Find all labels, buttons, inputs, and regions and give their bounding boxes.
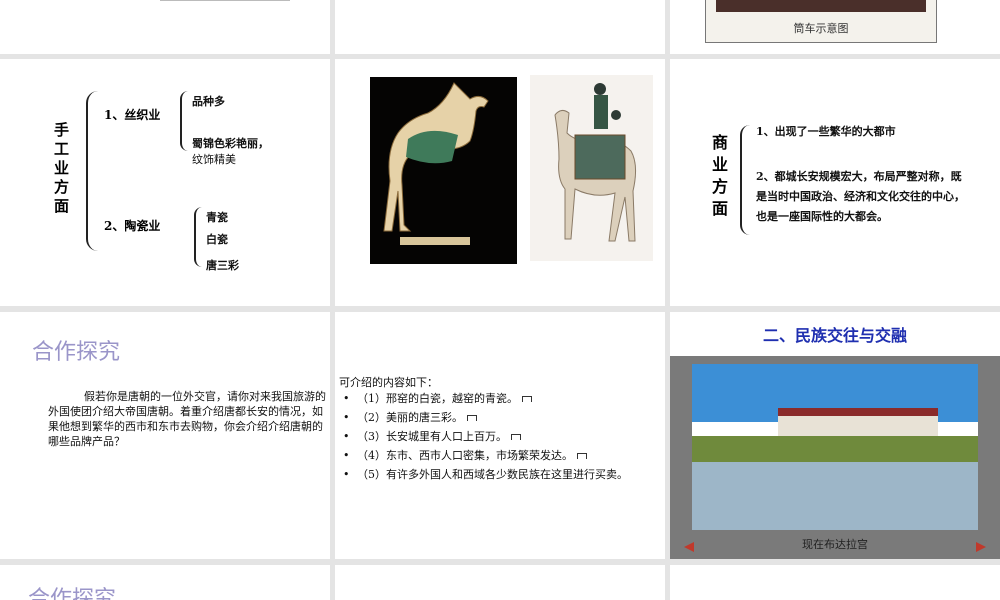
camel-photo-left: [370, 77, 517, 264]
handicraft-title: 手 工 业 方 面: [54, 121, 70, 215]
slide-ethnic-exchange[interactable]: 二、民族交往与交融 现在布达拉宫: [670, 312, 1000, 559]
slide-r1-left[interactable]: [0, 0, 330, 54]
slide-r4-left[interactable]: 合作探究: [0, 565, 330, 600]
slide-r4-right[interactable]: [670, 565, 1000, 600]
slide-r4-middle[interactable]: [335, 565, 665, 600]
ethnic-title: 二、民族交往与交融: [762, 326, 907, 345]
r4-title: 合作探究: [28, 587, 117, 600]
slide-tang-sancai-camels[interactable]: [335, 59, 665, 306]
silk-item-2: 蜀锦色彩艳丽，: [192, 137, 269, 150]
list-item: （2）美丽的唐三彩。: [343, 409, 642, 426]
commerce-item-2: 2、都城长安规模宏大，布局严整对称，既是当时中国政治、经济和文化交往的中心，也是…: [756, 170, 965, 223]
link-marker-icon[interactable]: [522, 396, 532, 402]
silk-brace: [180, 91, 188, 151]
commerce-brace: [740, 125, 750, 235]
cropped-text-fragment: [160, 0, 290, 1]
camel-photo-right: [530, 75, 653, 261]
pottery-label: 2、陶瓷业: [104, 219, 161, 233]
link-marker-icon[interactable]: [577, 453, 587, 459]
link-marker-icon[interactable]: [511, 434, 521, 440]
handicraft-main-brace: [86, 91, 98, 251]
coop-paragraph: 假若你是唐朝的一位外交官，请你对来我国旅游的外国使团介绍大帝国唐朝。着重介绍唐都…: [48, 390, 326, 448]
previous-arrow-icon[interactable]: [684, 542, 694, 552]
slide-r1-middle[interactable]: [335, 0, 665, 54]
potala-lake: [692, 462, 978, 530]
silk-item-1: 品种多: [192, 95, 225, 108]
commerce-title: 商 业 方 面: [712, 133, 729, 218]
potala-caption: 现在布达拉宫: [802, 538, 868, 551]
pottery-item-2: 白瓷: [206, 233, 228, 246]
link-marker-icon[interactable]: [467, 415, 477, 421]
list-item: （5）有许多外国人和西域各少数民族在这里进行买卖。: [343, 466, 642, 483]
pottery-brace: [194, 207, 202, 267]
camel-icon: [383, 82, 489, 245]
slide-introduction-list[interactable]: 可介绍的内容如下： （1）邢窑的白瓷，越窑的青瓷。 （2）美丽的唐三彩。 （3）…: [335, 312, 665, 559]
pottery-item-3: 唐三彩: [206, 259, 239, 272]
potala-picture-frame: 现在布达拉宫: [670, 356, 1000, 559]
camel-with-musicians-icon: [554, 83, 637, 242]
pottery-item-1: 青瓷: [206, 211, 228, 224]
intro-list: （1）邢窑的白瓷，越窑的青瓷。 （2）美丽的唐三彩。 （3）长安城里有人口上百万…: [339, 390, 642, 485]
waterwheel-caption: 筒车示意图: [793, 22, 849, 35]
silk-item-3: 纹饰精美: [192, 153, 236, 166]
slide-cooperative-inquiry[interactable]: 合作探究 假若你是唐朝的一位外交官，请你对来我国旅游的外国使团介绍大帝国唐朝。着…: [0, 312, 330, 559]
potala-picture: [692, 364, 978, 530]
potala-trees: [692, 436, 978, 462]
slide-r1-right[interactable]: 筒车示意图: [670, 0, 1000, 54]
waterwheel-picture: [716, 0, 926, 12]
waterwheel-picture-frame: 筒车示意图: [705, 0, 937, 43]
next-arrow-icon[interactable]: [976, 542, 986, 552]
commerce-item-1: 1、出现了一些繁华的大都市: [756, 125, 896, 138]
coop-title: 合作探究: [32, 340, 121, 365]
list-item: （4）东市、西市人口密集，市场繁荣发达。: [343, 447, 642, 464]
intro-heading: 可介绍的内容如下：: [339, 376, 438, 389]
list-item: （1）邢窑的白瓷，越窑的青瓷。: [343, 390, 642, 407]
slide-handicraft[interactable]: 手 工 业 方 面 1、丝织业 品种多 蜀锦色彩艳丽， 纹饰精美 2、陶瓷业 青…: [0, 59, 330, 306]
list-item: （3）长安城里有人口上百万。: [343, 428, 642, 445]
slide-commerce[interactable]: 商 业 方 面 1、出现了一些繁华的大都市 2、都城长安规模宏大，布局严整对称，…: [670, 59, 1000, 306]
silk-label: 1、丝织业: [104, 108, 161, 122]
